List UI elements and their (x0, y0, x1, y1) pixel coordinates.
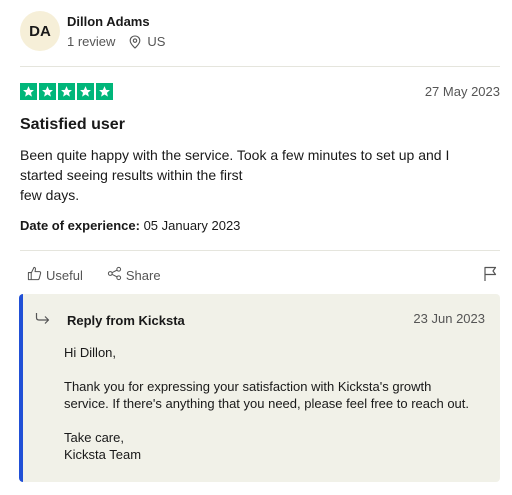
reply-signoff: Take care, Kicksta Team (64, 429, 494, 463)
reply-date: 23 Jun 2023 (413, 311, 485, 326)
company-reply: Reply from Kicksta 23 Jun 2023 Hi Dillon… (19, 294, 500, 482)
review-actions: Useful Share (27, 266, 185, 284)
reviewer-meta: 1 review US (67, 34, 165, 49)
reply-arrow-icon (35, 311, 51, 330)
star-rating (20, 83, 113, 100)
date-of-experience: Date of experience: 05 January 2023 (20, 218, 240, 233)
avatar[interactable]: DA (20, 11, 60, 51)
divider (20, 66, 500, 67)
reply-title: Reply from Kicksta (67, 313, 185, 328)
reply-message: Thank you for expressing your satisfacti… (64, 378, 494, 412)
experience-label: Date of experience: (20, 218, 140, 233)
star-icon (77, 83, 94, 100)
divider (20, 250, 500, 251)
flag-icon[interactable] (483, 266, 498, 287)
reply-signature: Kicksta Team (64, 447, 142, 462)
useful-button[interactable]: Useful (27, 266, 83, 284)
reply-body: Hi Dillon, Thank you for expressing your… (64, 344, 494, 480)
reviewer-header: DA Dillon Adams 1 review US (20, 11, 500, 57)
review-body-line: Been quite happy with the service. Took … (20, 147, 450, 163)
review-body: Been quite happy with the service. Took … (20, 145, 490, 205)
share-label: Share (125, 267, 161, 283)
star-icon (58, 83, 75, 100)
experience-date: 05 January 2023 (143, 218, 241, 233)
reply-message-line: service. If there's anything that you ne… (64, 396, 470, 411)
review-body-line: few days. (20, 187, 80, 203)
review-title[interactable]: Satisfied user (20, 116, 125, 134)
star-icon (96, 83, 113, 100)
share-button[interactable]: Share (107, 266, 161, 284)
reviewer-name[interactable]: Dillon Adams (67, 14, 150, 29)
useful-label: Useful (46, 267, 83, 283)
share-icon (107, 266, 122, 284)
reply-closing: Take care, (64, 430, 124, 445)
review-body-line: started seeing results within the first (20, 167, 243, 183)
reply-message-line: Thank you for expressing your satisfacti… (64, 379, 432, 394)
reviewer-country: US (147, 34, 166, 49)
thumbs-up-icon (27, 266, 42, 284)
location-pin-icon (129, 34, 141, 49)
review-count: 1 review (67, 34, 116, 49)
reply-header: Reply from Kicksta (35, 311, 185, 330)
star-icon (39, 83, 56, 100)
star-icon (20, 83, 37, 100)
reply-greeting: Hi Dillon, (64, 345, 117, 360)
review-date: 27 May 2023 (424, 84, 500, 99)
